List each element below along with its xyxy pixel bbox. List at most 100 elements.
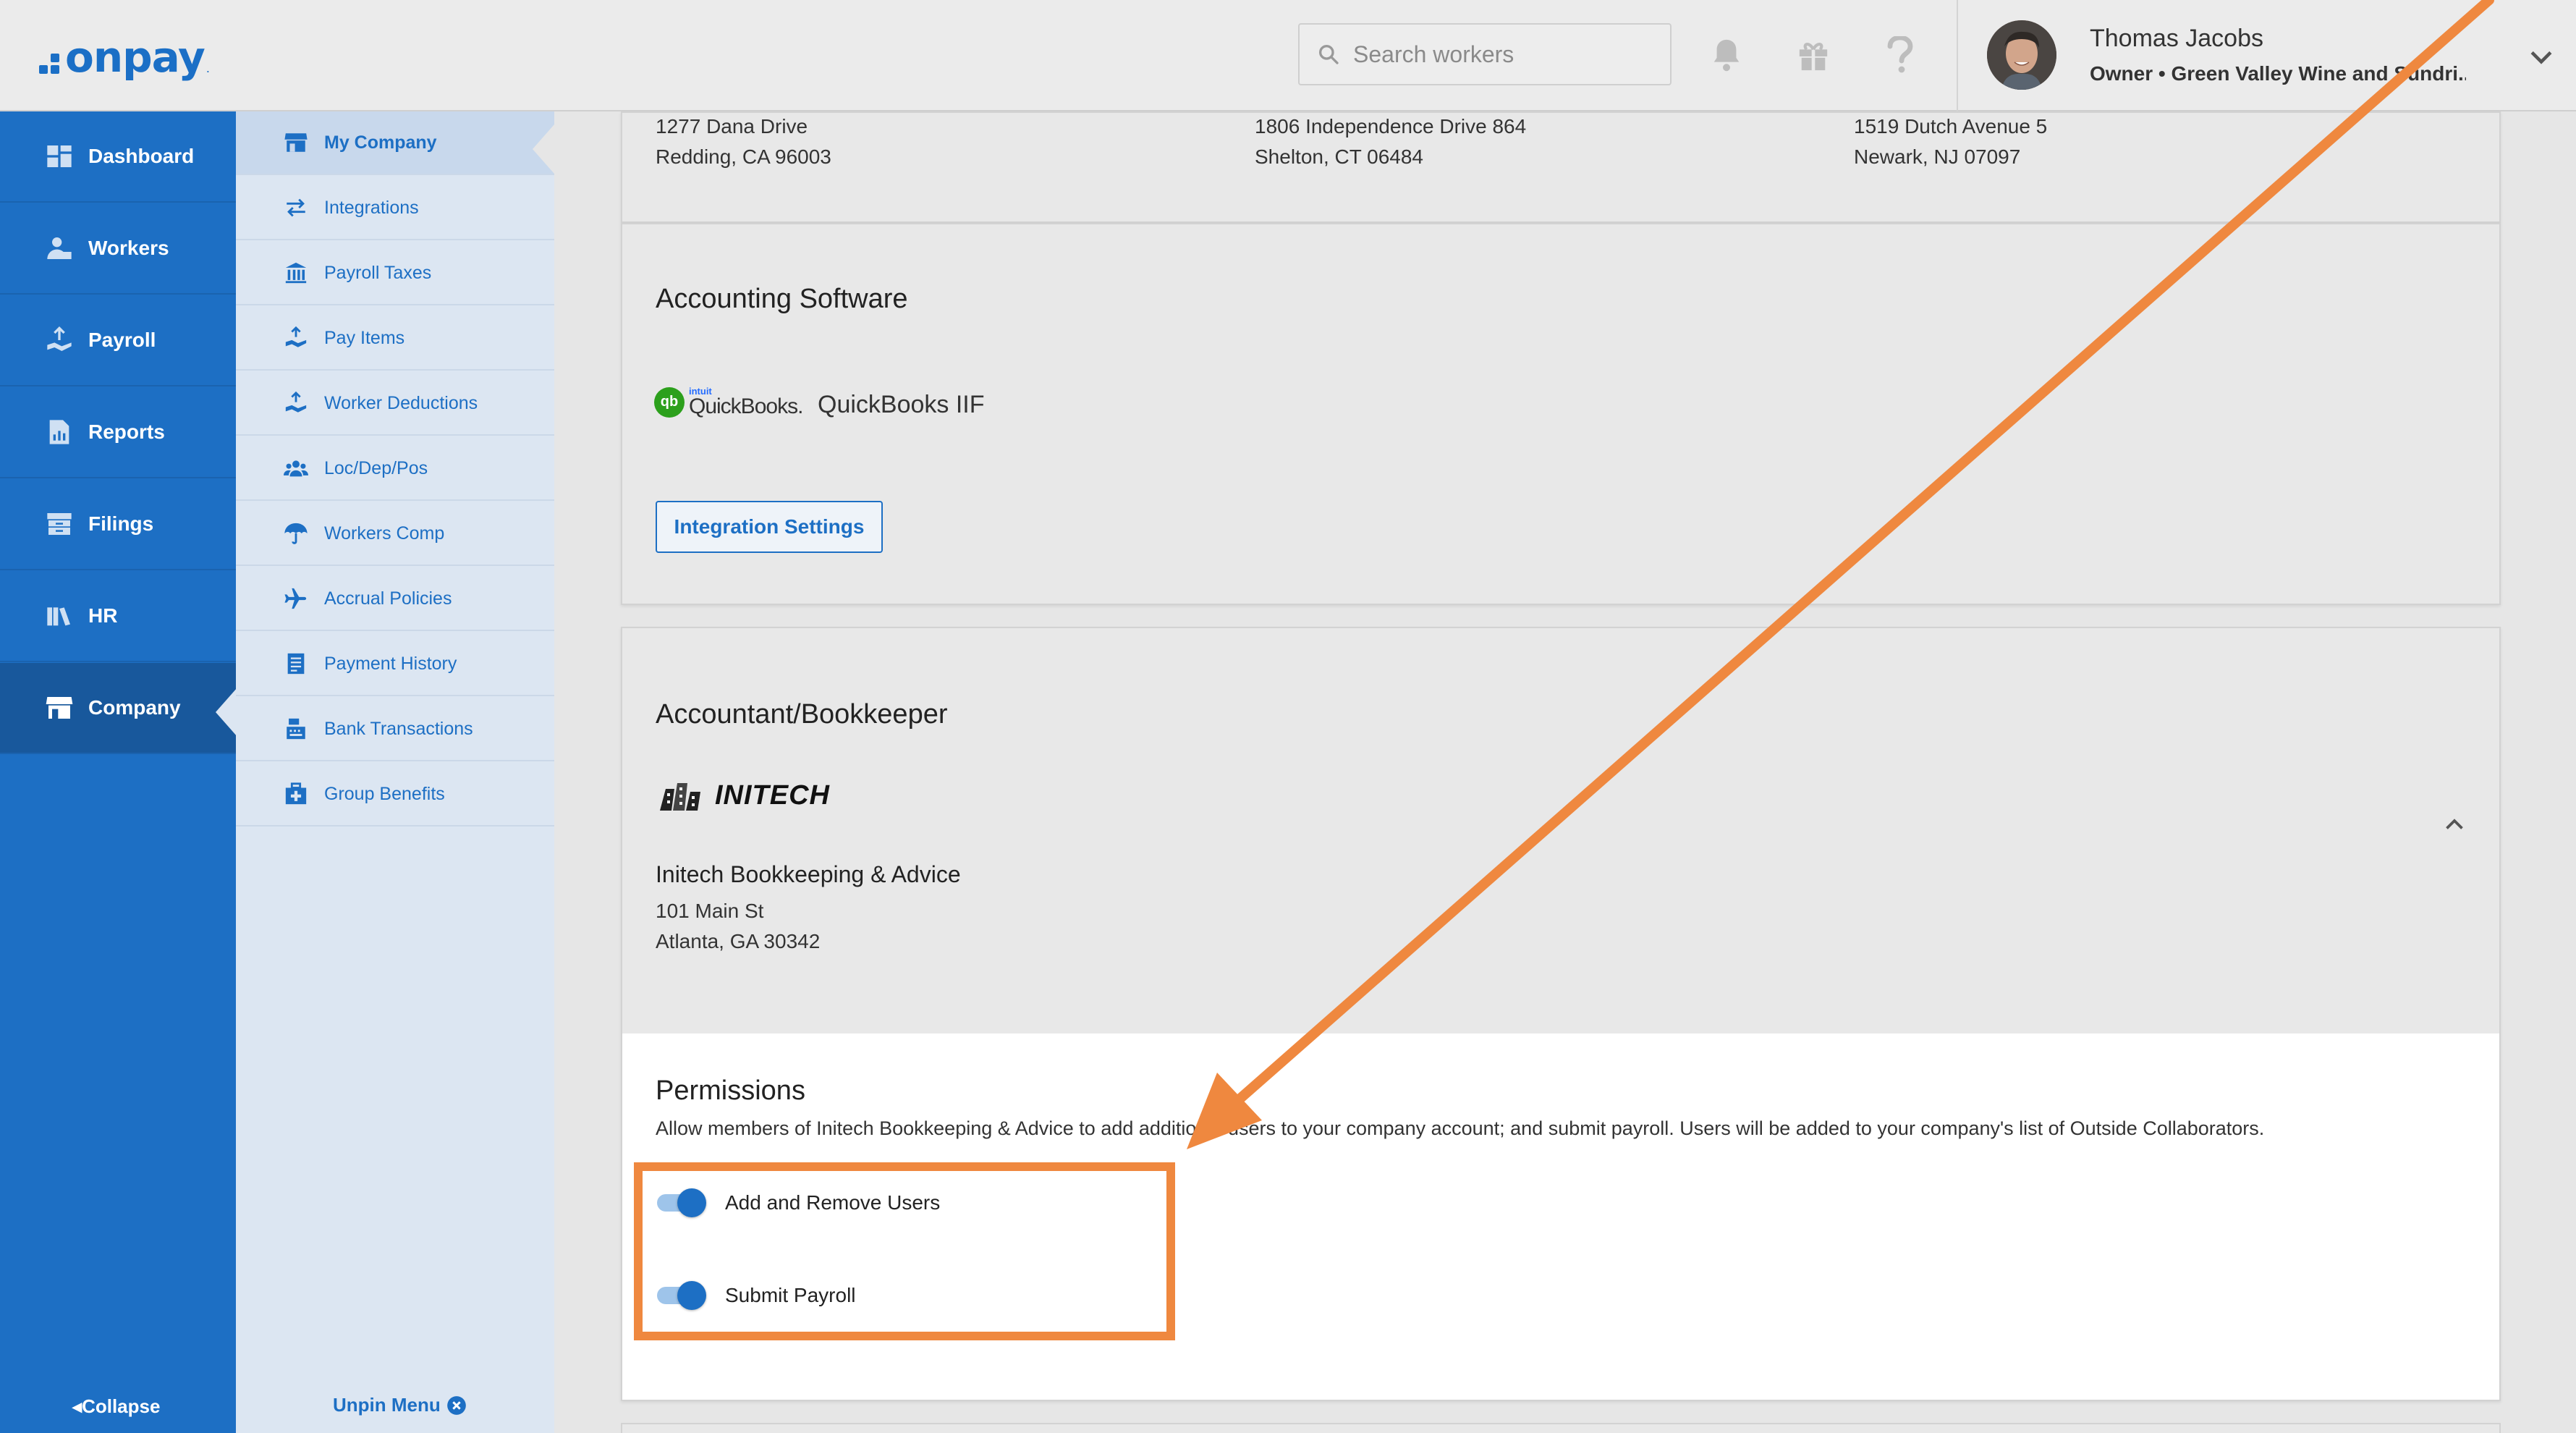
airplane-icon: [284, 588, 307, 609]
subnav-item-worker-deductions[interactable]: Worker Deductions: [236, 372, 554, 436]
quickbooks-logo: qb intuit QuickBooks.: [654, 386, 803, 418]
accounting-software-title: Accounting Software: [656, 284, 908, 314]
address-line: 1806 Independence Drive 864: [1255, 115, 1527, 138]
address-line: 1519 Dutch Avenue 5: [1854, 115, 2048, 138]
subnav-item-workers-comp[interactable]: Workers Comp: [236, 502, 554, 566]
subnav-item-pay-items[interactable]: Pay Items: [236, 307, 554, 371]
address-line: Atlanta, GA 30342: [656, 930, 821, 952]
users-group-icon: [284, 460, 308, 477]
unpin-menu-button[interactable]: Unpin Menu: [333, 1394, 467, 1416]
subnav-label: My Company: [324, 132, 437, 153]
subnav-label: Worker Deductions: [324, 392, 478, 413]
nav-item-company[interactable]: Company: [0, 663, 236, 754]
collapse-button[interactable]: ◂Collapse: [72, 1395, 160, 1418]
nav-active-pointer: [216, 688, 237, 737]
initech-building-icon: [660, 783, 700, 811]
storefront-icon: [284, 133, 308, 152]
filings-icon: [47, 513, 72, 535]
next-card-edge: [621, 1423, 2501, 1433]
header-divider: [1957, 0, 1958, 111]
question-icon: [1887, 36, 1913, 73]
subnav-active-pointer: [533, 124, 554, 174]
hand-coin-icon: [285, 391, 307, 413]
subnav-label: Workers Comp: [324, 523, 445, 544]
subnav-item-loc-dep-pos[interactable]: Loc/Dep/Pos: [236, 437, 554, 501]
subnav-label: Loc/Dep/Pos: [324, 457, 428, 478]
search-box[interactable]: [1298, 23, 1672, 85]
avatar-photo: [1987, 20, 2056, 90]
exchange-arrows-icon: [287, 198, 305, 217]
permissions-title: Permissions: [656, 1075, 805, 1106]
nav-label: Payroll: [88, 329, 156, 351]
accountant-title: Accountant/Bookkeeper: [656, 699, 948, 730]
subnav-item-accrual-policies[interactable]: Accrual Policies: [236, 567, 554, 631]
subnav-label: Payment History: [324, 653, 457, 674]
initech-wordmark: INITECH: [715, 779, 830, 811]
nav-item-dashboard[interactable]: Dashboard: [0, 111, 236, 203]
help-button[interactable]: [1880, 35, 1920, 75]
notifications-button[interactable]: [1706, 35, 1747, 75]
close-circle-icon: [446, 1395, 466, 1415]
nav-item-filings[interactable]: Filings: [0, 479, 236, 570]
bell-icon: [1713, 39, 1740, 72]
initech-logo: INITECH: [658, 779, 830, 812]
quickbooks-badge: qb: [654, 386, 685, 418]
chevron-down-icon[interactable]: [2525, 41, 2557, 72]
subnav-label: Pay Items: [324, 327, 405, 348]
search-input[interactable]: [1353, 41, 1657, 68]
nav-label: Dashboard: [88, 145, 195, 167]
location-address-2: 1806 Independence Drive 864 Shelton, CT …: [1255, 111, 1526, 172]
onpay-logo[interactable]: onpay .: [39, 32, 210, 83]
location-address-3: 1519 Dutch Avenue 5 Newark, NJ 07097: [1854, 111, 2047, 172]
nav-item-reports[interactable]: Reports: [0, 387, 236, 478]
locations-card: [621, 111, 2501, 223]
user-role[interactable]: Owner • Green Valley Wine and Sundri...: [2090, 62, 2466, 85]
nav-label: HR: [88, 604, 118, 627]
location-address-1: 1277 Dana Drive Redding, CA 96003: [656, 111, 831, 172]
subnav-item-bank-transactions[interactable]: Bank Transactions: [236, 698, 554, 761]
subnav-item-integrations[interactable]: Integrations: [236, 177, 554, 240]
gift-icon: [1799, 43, 1828, 71]
subnav-label: Group Benefits: [324, 783, 445, 804]
nav-label: Company: [88, 696, 181, 719]
user-avatar[interactable]: [1987, 20, 2056, 90]
nav-item-hr[interactable]: HR: [0, 571, 236, 662]
subnav-label: Payroll Taxes: [324, 262, 432, 283]
address-line: Redding, CA 96003: [656, 145, 831, 168]
nav-item-workers[interactable]: Workers: [0, 203, 236, 295]
annotation-highlight-box: [634, 1162, 1175, 1340]
primary-nav: Dashboard Workers Payroll Reports Filing…: [0, 111, 236, 1433]
nav-item-payroll[interactable]: Payroll: [0, 295, 236, 386]
address-line: 1277 Dana Drive: [656, 115, 808, 138]
company-icon: [46, 697, 73, 719]
accountant-address: 101 Main St Atlanta, GA 30342: [656, 896, 820, 957]
rewards-button[interactable]: [1793, 35, 1834, 75]
subnav-label: Accrual Policies: [324, 588, 452, 609]
hand-coin-icon: [285, 326, 307, 347]
permissions-description: Allow members of Initech Bookkeeping & A…: [656, 1117, 2265, 1139]
logo-text: onpay: [65, 33, 206, 82]
payroll-icon: [47, 326, 72, 351]
nav-label: Reports: [88, 420, 165, 443]
unpin-label: Unpin Menu: [333, 1394, 441, 1416]
subnav-item-my-company[interactable]: My Company: [236, 111, 554, 175]
subnav-label: Bank Transactions: [324, 718, 473, 739]
accountant-name: Initech Bookkeeping & Advice: [656, 861, 961, 887]
logo-dots: [39, 54, 59, 74]
logo-mark: .: [206, 60, 210, 75]
address-line: Shelton, CT 06484: [1255, 145, 1423, 168]
chevron-up-icon[interactable]: [2441, 812, 2467, 838]
umbrella-icon: [284, 523, 308, 544]
collapse-label: Collapse: [82, 1395, 161, 1417]
reports-icon: [49, 420, 69, 444]
subnav-item-payment-history[interactable]: Payment History: [236, 633, 554, 696]
subnav-item-group-benefits[interactable]: Group Benefits: [236, 763, 554, 827]
user-name[interactable]: Thomas Jacobs: [2090, 25, 2263, 53]
hr-icon: [47, 607, 70, 626]
top-header: onpay . Thomas Jacobs Owner • Green Vall…: [0, 0, 2576, 111]
workers-icon: [47, 237, 72, 259]
quickbooks-wordmark: QuickBooks.: [689, 394, 803, 418]
integration-settings-button[interactable]: Integration Settings: [656, 501, 883, 553]
bank-building-icon: [285, 262, 307, 284]
subnav-item-payroll-taxes[interactable]: Payroll Taxes: [236, 242, 554, 305]
